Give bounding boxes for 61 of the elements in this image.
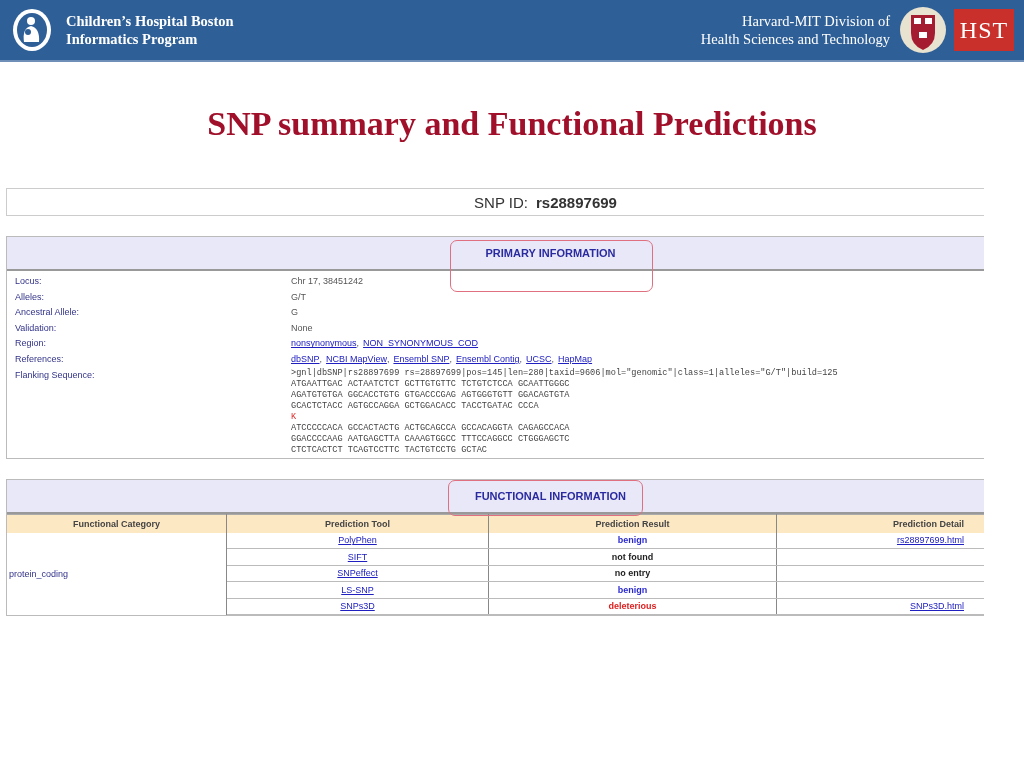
- table-cell: not found: [488, 548, 777, 566]
- field-label: Ancestral Allele:: [15, 306, 81, 320]
- separator: ,: [356, 337, 360, 351]
- slide-title: SNP summary and Functional Predictions: [206, 104, 818, 144]
- link[interactable]: SNPeffect: [337, 568, 378, 579]
- variant-code: K: [291, 411, 297, 423]
- link[interactable]: Ensembl Contig: [455, 351, 520, 368]
- section-heading: FUNCTIONAL INFORMATION: [474, 489, 627, 502]
- separator: ,: [551, 352, 555, 366]
- sequence-line: CTCTCACTCT TCAGTCCTTC TACTGTCCTG GCTAC: [291, 444, 487, 456]
- link[interactable]: HapMap: [558, 351, 593, 368]
- field-label: Locus:: [15, 275, 43, 288]
- link[interactable]: UCSC: [526, 351, 552, 368]
- separator: ,: [386, 352, 390, 366]
- snp-id-label: SNP ID:: [474, 193, 528, 211]
- hst-logo: HST: [954, 9, 1014, 51]
- section-heading: PRIMARY INFORMATION: [485, 247, 616, 259]
- sequence-line: AGATGTGTGA GGCACCTGTG GTGACCCGAG AGTGGGTGTT GGACAGTGTA: [291, 389, 570, 401]
- sequence-line: >gnl|dbSNP|rs28897699 rs=28897699|pos=145|len=280|taxid=9606|mol="genomic"|class=1|alleles="G/T"|build=125: [291, 367, 838, 379]
- header-text: Health Sciences and Technology: [700, 30, 890, 48]
- sequence-line: ATCCCCCACA GCCACTACTG ACTGCAGCCA GCCACAGGTA CAGAGCCACA: [291, 422, 570, 434]
- table-cell: deleterious: [488, 598, 777, 615]
- header-text: Harvard-MIT Division of: [741, 12, 890, 30]
- shield-crest-icon: [900, 5, 946, 55]
- link[interactable]: rs28897699.html: [896, 535, 964, 546]
- field-label: Alleles:: [15, 290, 45, 304]
- column-header: Functional Category: [7, 514, 227, 533]
- snp-id-value: rs28897699: [536, 193, 617, 211]
- link[interactable]: PolyPhen: [338, 535, 377, 546]
- field-value: G/T: [291, 291, 306, 302]
- separator: ,: [319, 352, 323, 366]
- field-label: Region:: [15, 337, 48, 351]
- link[interactable]: NCBI MapView: [326, 351, 387, 368]
- sequence-line: ATGAATTGAC ACTAATCTCT GCTTGTGTTC TCTGTCTCCA GCAATTGGGC: [291, 378, 570, 390]
- link[interactable]: dbSNP: [291, 351, 320, 368]
- link[interactable]: SNPs3D: [340, 601, 375, 612]
- link[interactable]: LS-SNP: [341, 584, 374, 595]
- link[interactable]: SIFT: [347, 551, 368, 562]
- field-label: Flanking Sequence:: [15, 368, 96, 382]
- field-value: None: [291, 322, 313, 333]
- table-cell: benign: [488, 532, 777, 549]
- separator: ,: [449, 352, 452, 366]
- field-label: References:: [15, 352, 65, 366]
- column-header: Prediction Result: [488, 514, 777, 533]
- field-value: G: [291, 307, 298, 318]
- separator: ,: [519, 352, 523, 366]
- column-header: Prediction Tool: [226, 514, 489, 533]
- header-text: Informatics Program: [66, 30, 199, 48]
- sequence-line: GCACTCTACC AGTGCCAGGA GCTGGACACC TACCTGATAC CCCA: [291, 400, 539, 412]
- sequence-line: GGACCCCAAG AATGAGCTTA CAAAGTGGCC TTTCCAGGCC CTGGGAGCTC: [291, 433, 570, 445]
- link[interactable]: nonsynonymous: [291, 336, 357, 352]
- table-cell: benign: [488, 581, 777, 599]
- link[interactable]: SNPs3D.html: [910, 601, 964, 612]
- field-value: Chr 17, 38451242: [291, 276, 364, 286]
- header-text: Children’s Hospital Boston: [66, 12, 234, 30]
- field-label: Validation:: [15, 321, 58, 335]
- link[interactable]: NON_SYNONYMOUS_COD: [363, 336, 479, 352]
- column-header: Prediction Detail: [776, 514, 984, 533]
- table-cell: protein_coding: [7, 532, 227, 615]
- mother-child-emblem-icon: [12, 8, 52, 52]
- table-cell: no entry: [488, 565, 777, 582]
